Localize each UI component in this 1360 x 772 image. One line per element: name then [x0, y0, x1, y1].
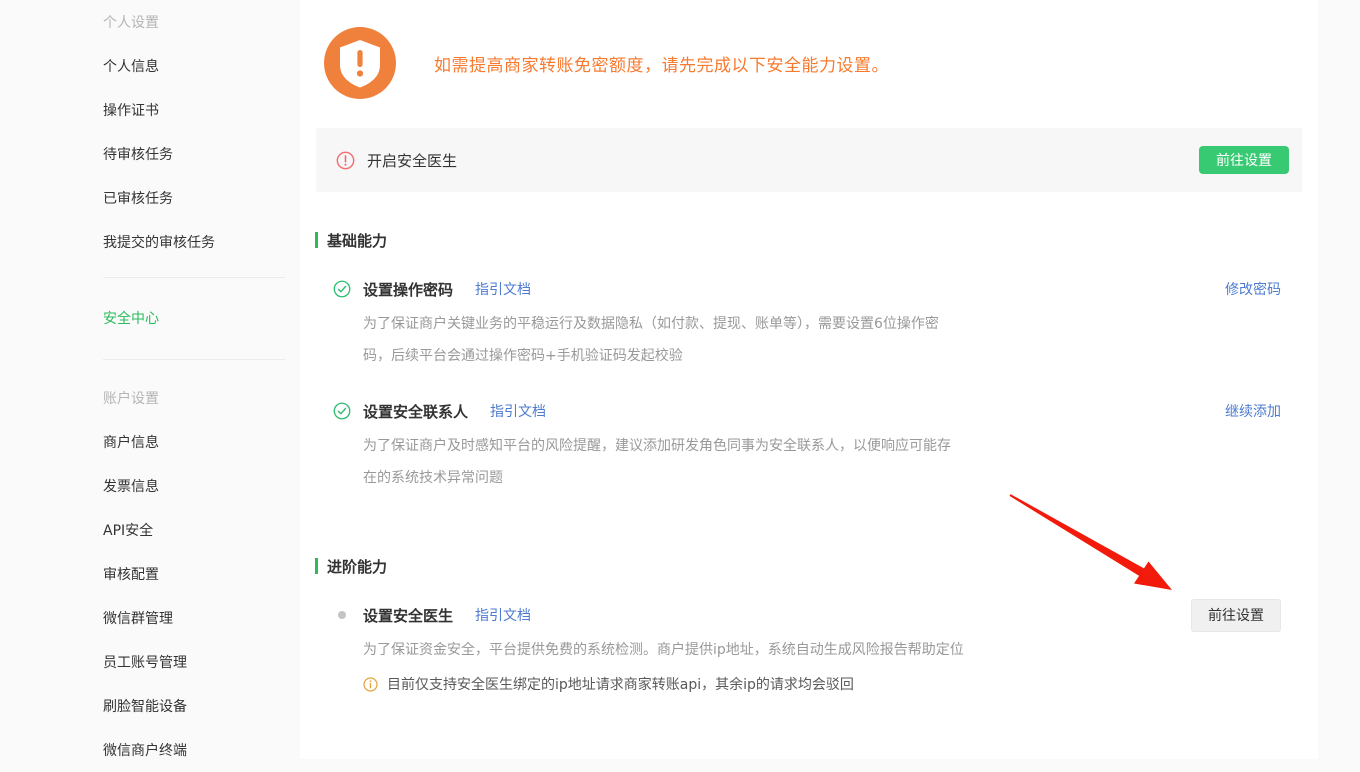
sidebar-item-operation-certificate[interactable]: 操作证书	[103, 88, 300, 132]
sidebar-item-api-security[interactable]: API安全	[103, 508, 300, 552]
capability-desc: 为了保证商户及时感知平台的风险提醒，建议添加研发角色同事为安全联系人，以便响应可…	[363, 430, 963, 494]
capability-desc: 为了保证资金安全，平台提供免费的系统检测。商户提供ip地址，系统自动生成风险报告…	[363, 634, 1003, 666]
check-circle-icon	[333, 280, 351, 298]
section-accent-bar	[315, 232, 318, 248]
circle-info-icon	[363, 677, 378, 692]
guide-doc-link[interactable]: 指引文档	[490, 401, 546, 421]
sidebar-item-review-config[interactable]: 审核配置	[103, 552, 300, 596]
sidebar-divider	[103, 359, 285, 360]
guide-doc-link[interactable]: 指引文档	[475, 605, 531, 625]
section-header-basic: 基础能力	[315, 230, 1318, 250]
sidebar-item-reviewed-tasks[interactable]: 已审核任务	[103, 176, 300, 220]
sidebar-item-pending-review-tasks[interactable]: 待审核任务	[103, 132, 300, 176]
sidebar-item-security-center[interactable]: 安全中心	[103, 296, 300, 340]
capability-row-security-contact: 设置安全联系人 指引文档 继续添加	[333, 400, 1281, 422]
sidebar-item-employee-account-management[interactable]: 员工账号管理	[103, 640, 300, 684]
continue-adding-link[interactable]: 继续添加	[1225, 401, 1281, 421]
capability-title: 设置安全医生	[363, 605, 453, 626]
go-to-settings-button-security-doctor[interactable]: 前往设置	[1191, 599, 1281, 632]
sidebar-divider	[103, 277, 285, 278]
sidebar-group-account-settings: 账户设置	[103, 376, 300, 420]
sidebar: 个人设置 个人信息 操作证书 待审核任务 已审核任务 我提交的审核任务 安全中心…	[0, 0, 300, 759]
capability-row-security-doctor: 设置安全医生 指引文档 前往设置	[333, 604, 1281, 626]
sidebar-item-my-submitted-review-tasks[interactable]: 我提交的审核任务	[103, 220, 300, 264]
capability-row-operation-password: 设置操作密码 指引文档 修改密码	[333, 278, 1281, 300]
section-title-basic: 基础能力	[327, 230, 387, 251]
sidebar-item-personal-info[interactable]: 个人信息	[103, 44, 300, 88]
shield-exclamation-icon	[324, 27, 396, 99]
sidebar-item-invoice-info[interactable]: 发票信息	[103, 464, 300, 508]
sidebar-group-personal-settings: 个人设置	[103, 0, 300, 44]
security-doctor-alert-bar: 开启安全医生 前往设置	[316, 128, 1302, 192]
capability-title: 设置安全联系人	[363, 401, 468, 422]
security-notice-text: 如需提高商家转账免密额度，请先完成以下安全能力设置。	[434, 51, 889, 76]
section-title-advanced: 进阶能力	[327, 556, 387, 577]
section-header-advanced: 进阶能力	[315, 556, 1318, 576]
check-circle-icon	[333, 402, 351, 420]
capability-note-text: 目前仅支持安全医生绑定的ip地址请求商家转账api，其余ip的请求均会驳回	[387, 674, 854, 694]
section-accent-bar	[315, 558, 318, 574]
capability-desc: 为了保证商户关键业务的平稳运行及数据隐私（如付款、提现、账单等），需要设置6位操…	[363, 308, 963, 372]
go-to-settings-button-alert[interactable]: 前往设置	[1199, 146, 1289, 174]
circle-exclamation-icon	[336, 151, 355, 170]
security-notice: 如需提高商家转账免密额度，请先完成以下安全能力设置。	[324, 27, 1318, 99]
capability-note: 目前仅支持安全医生绑定的ip地址请求商家转账api，其余ip的请求均会驳回	[363, 668, 1318, 700]
security-center-panel: 如需提高商家转账免密额度，请先完成以下安全能力设置。 开启安全医生 前往设置 基…	[300, 0, 1318, 759]
alert-bar-title: 开启安全医生	[367, 150, 457, 171]
sidebar-item-merchant-info[interactable]: 商户信息	[103, 420, 300, 464]
capability-title: 设置操作密码	[363, 279, 453, 300]
gray-dot-icon	[333, 606, 351, 624]
sidebar-item-wechat-group-management[interactable]: 微信群管理	[103, 596, 300, 640]
sidebar-item-wechat-merchant-terminal[interactable]: 微信商户终端	[103, 728, 300, 772]
sidebar-item-face-recognition-devices[interactable]: 刷脸智能设备	[103, 684, 300, 728]
guide-doc-link[interactable]: 指引文档	[475, 279, 531, 299]
change-password-link[interactable]: 修改密码	[1225, 279, 1281, 299]
